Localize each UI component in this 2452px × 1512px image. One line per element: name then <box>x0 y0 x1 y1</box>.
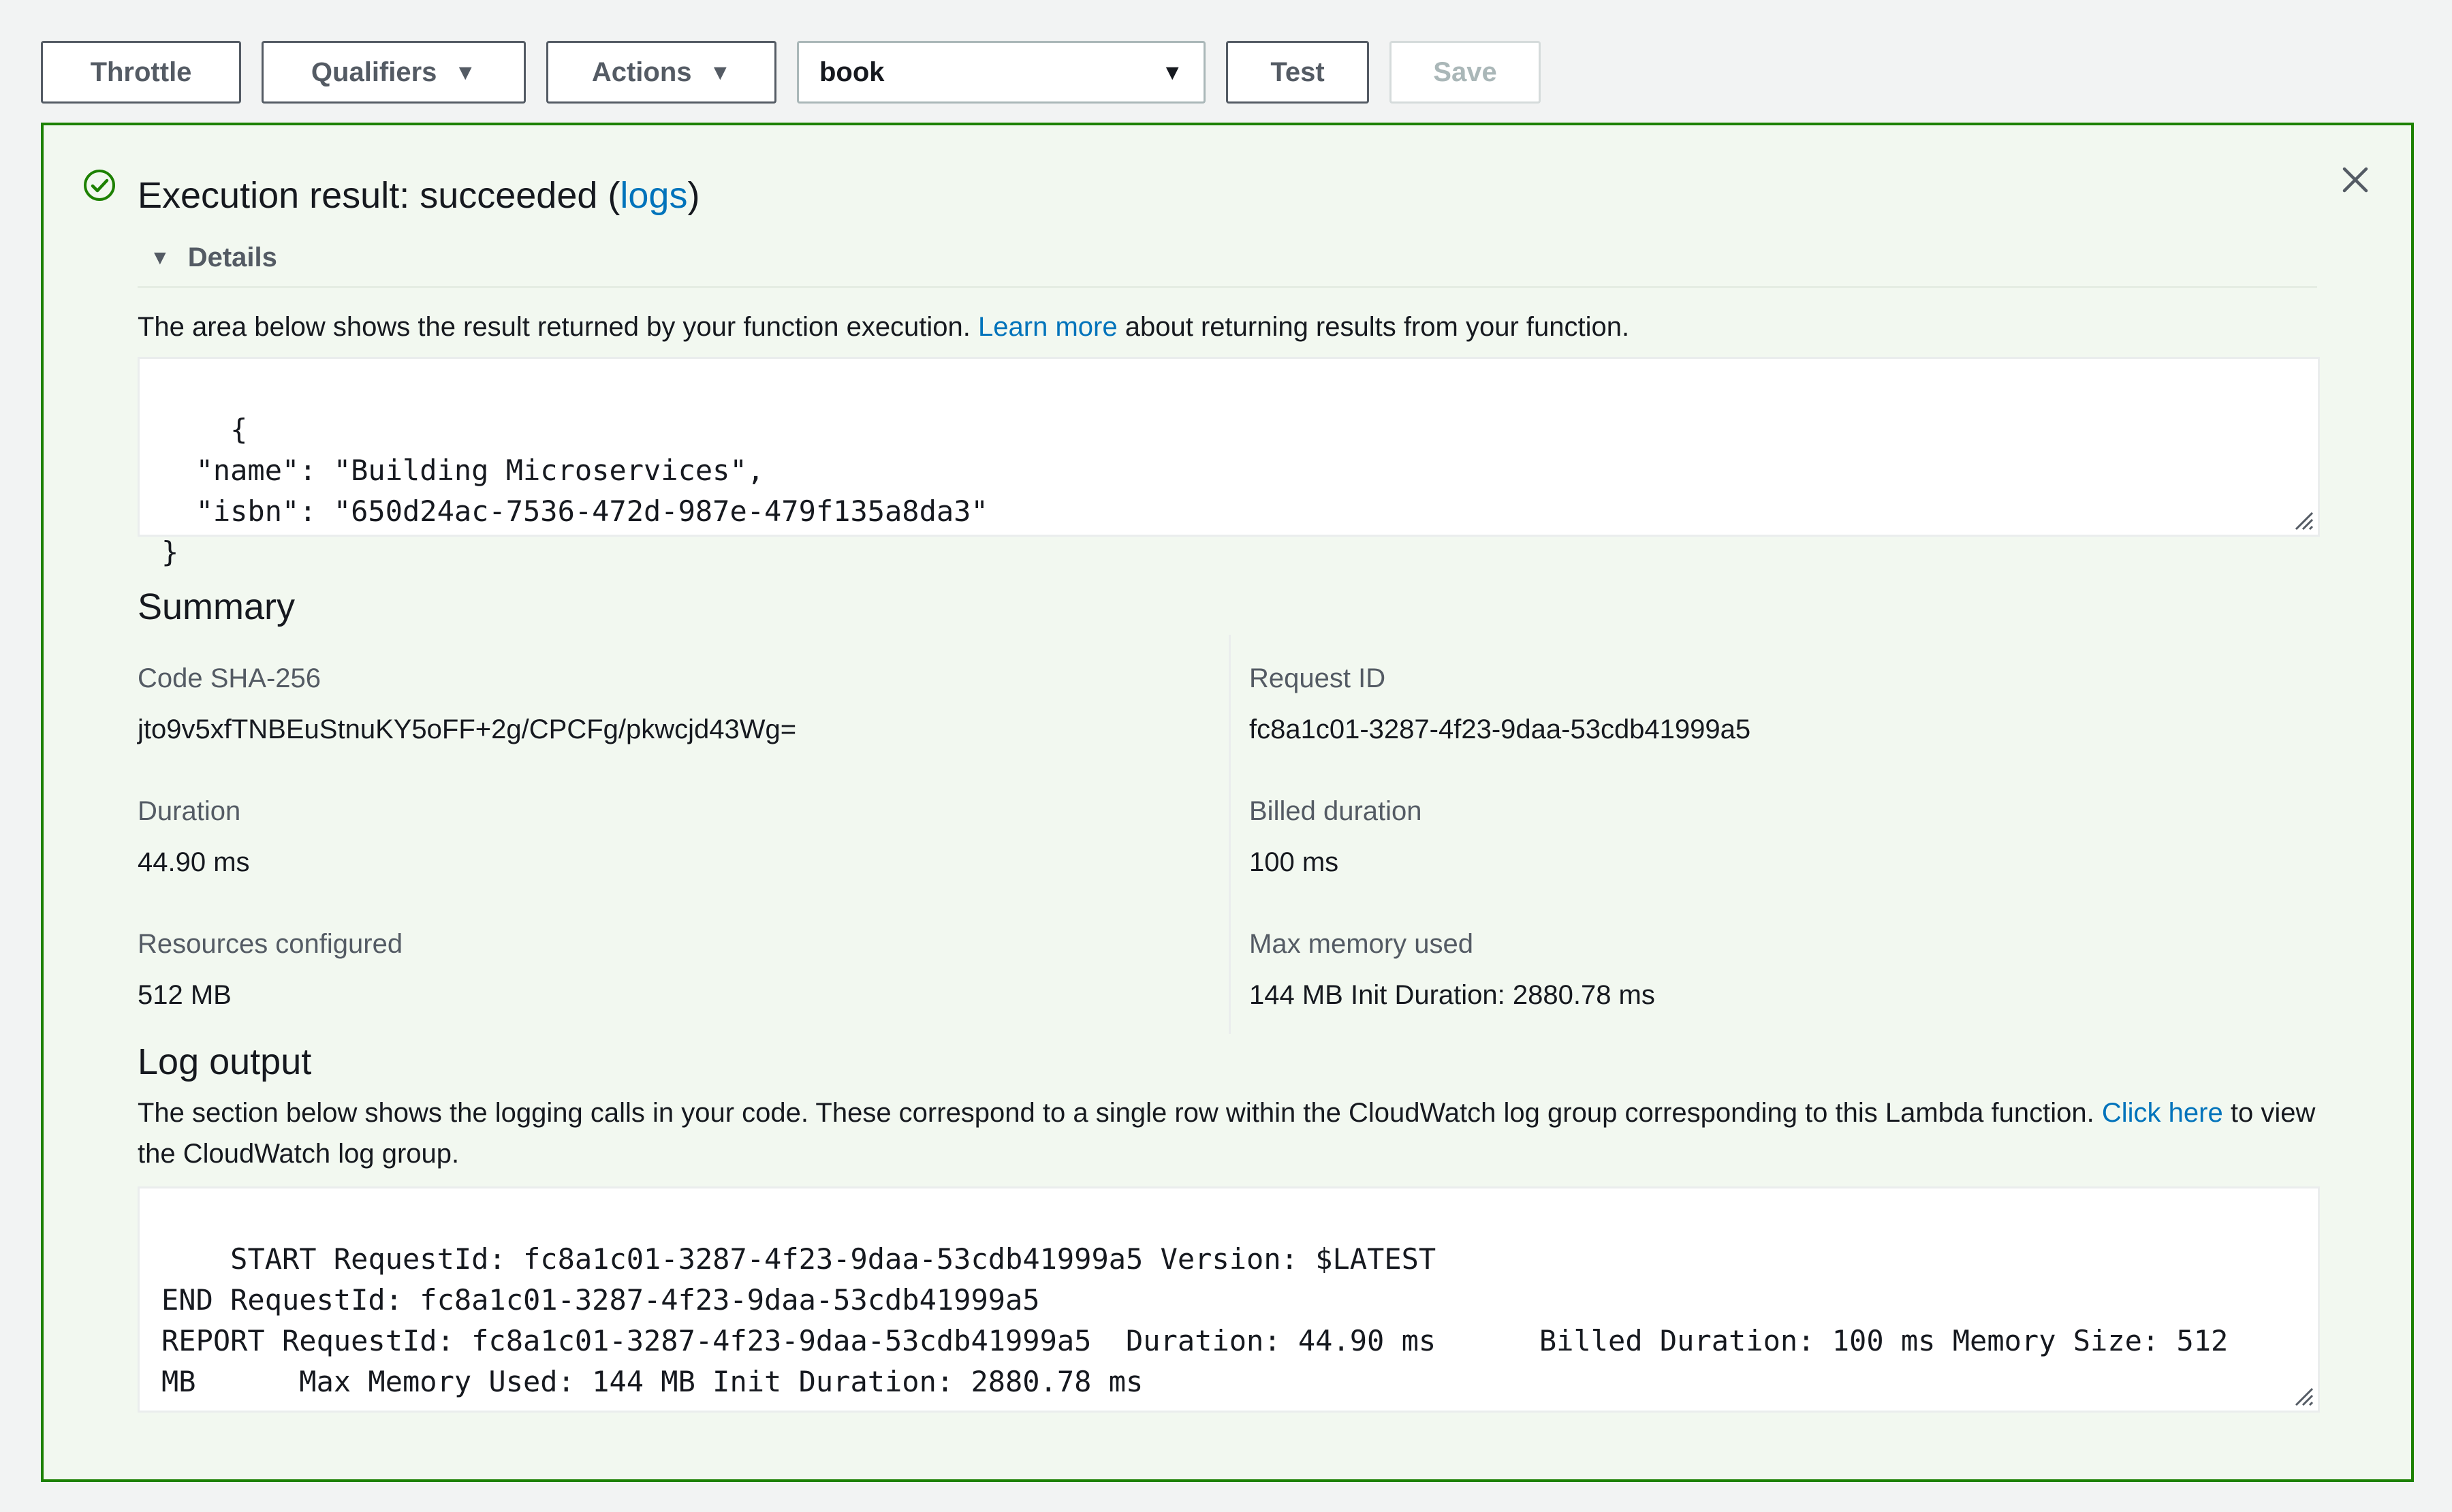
details-toggle[interactable]: ▼ Details <box>150 242 277 273</box>
test-label: Test <box>1270 57 1325 87</box>
qualifiers-button[interactable]: Qualifiers ▼ <box>262 41 526 104</box>
execution-result-title: Execution result: succeeded (logs) <box>138 174 700 217</box>
result-json: { "name": "Building Microservices", "isb… <box>161 413 988 569</box>
result-prefix: Execution result: succeeded ( <box>138 175 620 216</box>
result-desc-prefix: The area below shows the result returned… <box>138 312 971 342</box>
code-sha-label: Code SHA-256 <box>138 663 321 693</box>
request-id-field: Request ID fc8a1c01-3287-4f23-9daa-53cdb… <box>1249 663 1750 745</box>
actions-label: Actions <box>591 57 692 87</box>
request-id-label: Request ID <box>1249 663 1386 693</box>
caret-down-icon: ▼ <box>150 246 170 269</box>
resources-value: 512 MB <box>138 980 232 1010</box>
max-memory-field: Max memory used 144 MB Init Duration: 28… <box>1249 929 1655 1011</box>
test-event-select[interactable]: book ▼ <box>797 41 1206 104</box>
click-here-link[interactable]: Click here <box>2102 1098 2223 1128</box>
duration-value: 44.90 ms <box>138 847 250 877</box>
log-output[interactable]: START RequestId: fc8a1c01-3287-4f23-9daa… <box>138 1186 2320 1413</box>
max-memory-value: 144 MB Init Duration: 2880.78 ms <box>1249 980 1655 1010</box>
duration-label: Duration <box>138 796 241 826</box>
resize-grip-icon[interactable] <box>2288 505 2315 532</box>
save-label: Save <box>1433 57 1497 87</box>
duration-field: Duration 44.90 ms <box>138 796 250 878</box>
summary-heading: Summary <box>138 586 296 627</box>
resources-field: Resources configured 512 MB <box>138 929 403 1011</box>
learn-more-link[interactable]: Learn more <box>978 312 1118 342</box>
column-divider <box>1229 635 1231 1034</box>
billed-duration-field: Billed duration 100 ms <box>1249 796 1422 878</box>
log-desc-prefix: The section below shows the logging call… <box>138 1098 2094 1128</box>
test-button[interactable]: Test <box>1226 41 1369 104</box>
result-description: The area below shows the result returned… <box>138 312 1629 343</box>
log-description: The section below shows the logging call… <box>138 1092 2351 1174</box>
resources-label: Resources configured <box>138 929 403 959</box>
caret-down-icon: ▼ <box>709 59 732 84</box>
actions-button[interactable]: Actions ▼ <box>546 41 776 104</box>
caret-down-icon: ▼ <box>454 59 477 84</box>
max-memory-label: Max memory used <box>1249 929 1473 959</box>
result-desc-suffix: about returning results from your functi… <box>1125 312 1630 342</box>
divider <box>138 286 2317 288</box>
throttle-label: Throttle <box>90 57 192 87</box>
log-output-heading: Log output <box>138 1041 312 1082</box>
qualifiers-label: Qualifiers <box>311 57 437 87</box>
code-sha-value: jto9v5xfTNBEuStnuKY5oFF+2g/CPCFg/pkwcjd4… <box>138 714 797 744</box>
toolbar: Throttle Qualifiers ▼ Actions ▼ book ▼ Test… <box>41 41 1541 104</box>
execution-result-panel: Execution result: succeeded (logs) ▼ Det… <box>41 123 2414 1482</box>
save-button[interactable]: Save <box>1389 41 1541 104</box>
logs-link[interactable]: logs <box>620 175 687 216</box>
code-sha-field: Code SHA-256 jto9v5xfTNBEuStnuKY5oFF+2g/… <box>138 663 796 745</box>
details-label: Details <box>187 242 277 272</box>
billed-duration-value: 100 ms <box>1249 847 1339 877</box>
result-output[interactable]: { "name": "Building Microservices", "isb… <box>138 357 2320 569</box>
check-circle-icon <box>84 170 115 201</box>
throttle-button[interactable]: Throttle <box>41 41 241 104</box>
caret-down-icon: ▼ <box>1161 59 1183 84</box>
billed-duration-label: Billed duration <box>1249 796 1422 826</box>
log-text: START RequestId: fc8a1c01-3287-4f23-9daa… <box>161 1242 2229 1398</box>
test-event-value: book <box>819 57 885 87</box>
close-icon[interactable] <box>2339 163 2372 196</box>
request-id-value: fc8a1c01-3287-4f23-9daa-53cdb41999a5 <box>1249 714 1751 744</box>
result-suffix: ) <box>687 175 700 216</box>
resize-grip-icon[interactable] <box>2288 1381 2315 1408</box>
